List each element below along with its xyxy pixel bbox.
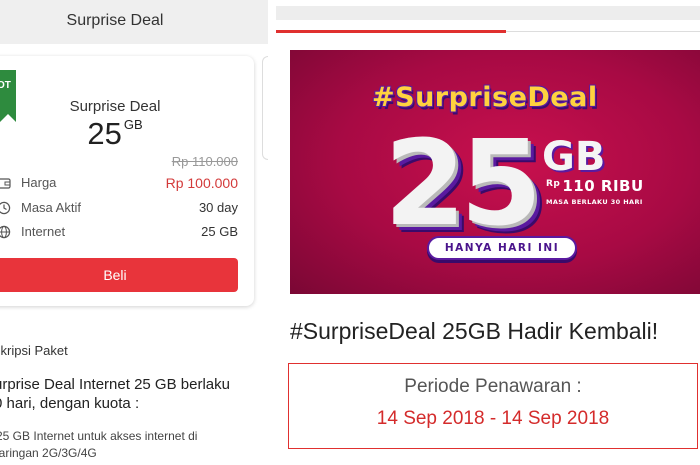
banner-validity: MASA BERLAKU 30 HARI (546, 198, 643, 206)
detail-label: Harga (21, 175, 57, 190)
buy-button[interactable]: Beli (0, 258, 238, 292)
next-card-edge (262, 56, 268, 160)
package-size-unit: GB (123, 117, 143, 132)
detail-row-internet: Internet 25 GB (0, 224, 238, 246)
globe-icon (0, 225, 11, 239)
banner-price: Rp 110 RIBU (546, 177, 644, 195)
detail-value-active-period: 30 day (198, 200, 238, 215)
package-detail-panel: Surprise Deal OT Surprise Deal 25 GB Rp 1… (0, 0, 268, 465)
banner-price-value: 110 RIBU (562, 177, 644, 195)
app-header: Surprise Deal (0, 0, 268, 44)
description-title: skripsi Paket (0, 343, 68, 358)
package-name: Surprise Deal (69, 98, 161, 115)
detail-row-price: Harga Rp 100.000 (0, 175, 238, 197)
banner-price-prefix: Rp (546, 179, 561, 189)
offer-period-label: Periode Penawaran : (404, 376, 582, 397)
banner-quota-unit: GB (542, 134, 606, 180)
description-bullet: 25 GB Internet untuk akses internet di j… (0, 429, 198, 460)
detail-value-internet: 25 GB (201, 224, 238, 239)
tab-divider (506, 31, 700, 32)
banner-pill: HANYA HARI INI (427, 236, 577, 260)
banner-quota-number: 25 (384, 114, 542, 252)
description-heading: urprise Deal Internet 25 GB berlaku 0 ha… (0, 376, 230, 412)
offer-period-box: Periode Penawaran : 14 Sep 2018 - 14 Sep… (288, 363, 698, 449)
detail-label: Internet (21, 224, 66, 239)
wallet-icon (0, 178, 11, 189)
detail-label: Masa Aktif (21, 200, 81, 215)
hot-badge-label: OT (0, 80, 11, 91)
active-tab-indicator (276, 30, 506, 33)
promo-banner: #SurpriseDeal 25 GB Rp 110 RIBU MASA BERL… (290, 50, 700, 294)
article-headline: #SurpriseDeal 25GB Hadir Kembali! (290, 318, 659, 344)
promo-article: #SurpriseDeal 25 GB Rp 110 RIBU MASA BERL… (276, 0, 700, 465)
detail-value-price: Rp 100.000 (165, 175, 238, 191)
page-title: Surprise Deal (66, 12, 164, 29)
detail-row-active-period: Masa Aktif 30 day (0, 200, 238, 222)
package-size-value: 25 (87, 116, 122, 151)
package-size: 25 GB (0, 116, 230, 152)
top-bar (276, 6, 700, 20)
clock-icon (0, 201, 11, 215)
offer-period-dates: 14 Sep 2018 - 14 Sep 2018 (376, 408, 610, 429)
banner-hashtag: #SurpriseDeal (372, 82, 598, 113)
banner-pill-label: HANYA HARI INI (444, 242, 560, 254)
original-price: Rp 110.000 (171, 154, 238, 169)
